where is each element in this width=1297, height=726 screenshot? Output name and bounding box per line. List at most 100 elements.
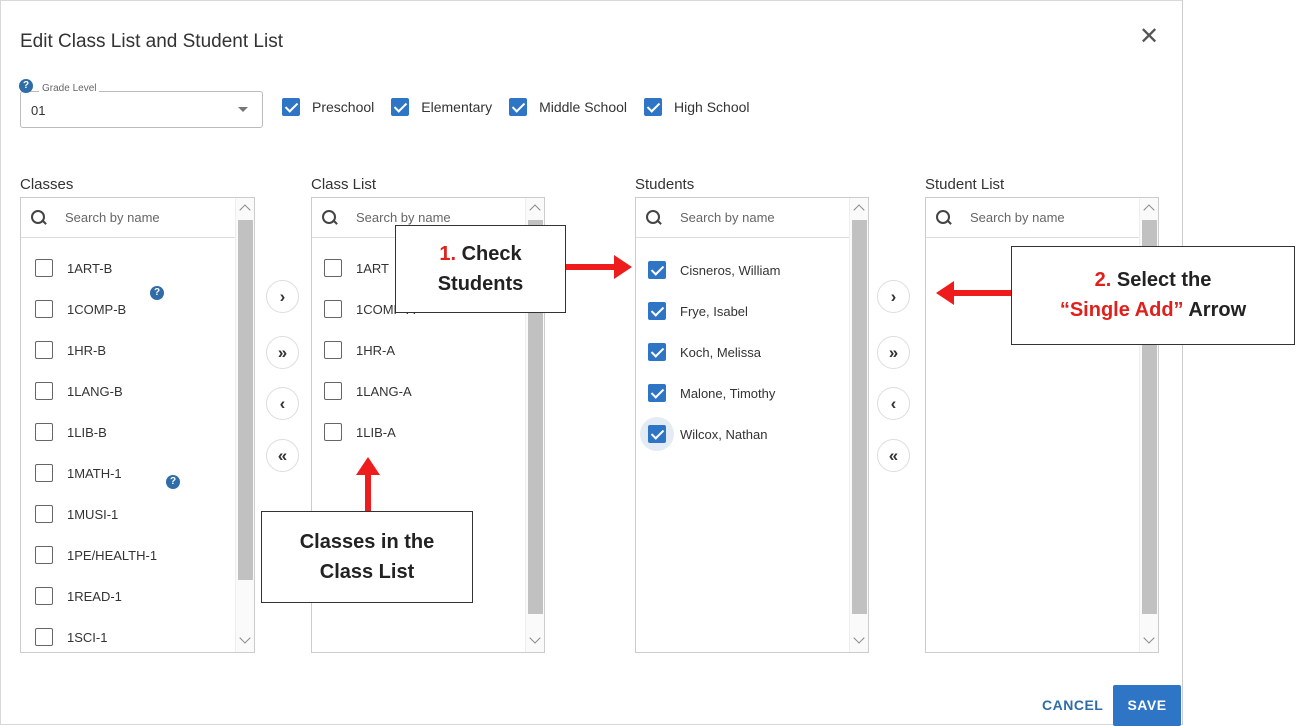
list-item[interactable]: 1SCI-1 — [35, 628, 107, 646]
list-item[interactable]: 1HR-A — [324, 341, 395, 359]
list-item[interactable]: Malone, Timothy — [648, 384, 775, 402]
search-input[interactable]: Search by name — [970, 210, 1065, 225]
checkbox[interactable] — [644, 98, 663, 116]
arrow-shaft — [953, 290, 1011, 296]
item-label: Koch, Melissa — [680, 344, 761, 360]
list-item[interactable]: 1LIB-A — [324, 423, 396, 441]
help-icon[interactable]: ? — [150, 286, 164, 300]
checkbox[interactable] — [35, 546, 53, 564]
scroll-down-icon[interactable] — [529, 632, 541, 644]
list-item[interactable]: 1LANG-A — [324, 382, 412, 400]
search-input[interactable]: Search by name — [680, 210, 775, 225]
scroll-up-icon[interactable] — [1143, 204, 1155, 216]
list-item[interactable]: 1PE/HEALTH-1 — [35, 546, 157, 564]
list-item[interactable]: 1LANG-B — [35, 382, 123, 400]
checkbox[interactable] — [324, 341, 342, 359]
list-item[interactable]: Wilcox, Nathan — [640, 417, 767, 451]
search-input[interactable]: Search by name — [356, 210, 451, 225]
checkbox[interactable] — [35, 423, 53, 441]
list-item[interactable]: 1LIB-B — [35, 423, 107, 441]
class-list-search[interactable]: Search by name — [322, 210, 451, 225]
cancel-button[interactable]: CANCEL — [1042, 697, 1103, 713]
item-label: 1MUSI-1 — [67, 506, 119, 522]
checkbox[interactable] — [648, 384, 666, 402]
checkbox[interactable] — [282, 98, 300, 116]
item-label: 1ART — [356, 260, 389, 276]
students-search[interactable]: Search by name — [646, 210, 775, 225]
list-item[interactable]: 1HR-B — [35, 341, 106, 359]
item-label: 1MATH-1 — [67, 465, 122, 481]
remove-one-button[interactable]: ‹ — [266, 387, 299, 420]
checkbox[interactable] — [648, 343, 666, 361]
callout-text: Students — [437, 273, 524, 295]
add-all-button[interactable]: » — [266, 336, 299, 369]
scroll-down-icon[interactable] — [853, 632, 865, 644]
classes-search[interactable]: Search by name — [31, 210, 160, 225]
checkbox[interactable] — [391, 98, 410, 116]
scroll-up-icon[interactable] — [529, 204, 541, 216]
list-item[interactable]: 1ART — [324, 259, 389, 277]
callout-text: Classes in the — [299, 531, 435, 553]
list-item[interactable]: 1COMP-B — [35, 300, 126, 318]
search-icon — [646, 210, 661, 225]
school-level-filters: Preschool Elementary Middle School High … — [282, 98, 767, 116]
list-item[interactable]: Koch, Melissa — [648, 343, 761, 361]
remove-all-button[interactable]: « — [877, 439, 910, 472]
checkbox[interactable] — [324, 382, 342, 400]
list-item[interactable]: Cisneros, William — [648, 261, 780, 279]
add-one-button[interactable]: › — [877, 280, 910, 313]
checkbox[interactable] — [648, 302, 666, 320]
divider — [636, 237, 850, 238]
scroll-thumb[interactable] — [238, 220, 253, 580]
scroll-up-icon[interactable] — [239, 204, 251, 216]
help-icon[interactable]: ? — [166, 475, 180, 489]
list-item[interactable]: 1MUSI-1 — [35, 505, 118, 523]
checkbox[interactable] — [35, 300, 53, 318]
close-icon[interactable]: ✕ — [1139, 25, 1159, 49]
list-item[interactable]: 1READ-1 — [35, 587, 122, 605]
checkbox[interactable] — [35, 505, 53, 523]
checkbox[interactable] — [35, 259, 53, 277]
checkbox[interactable] — [324, 423, 342, 441]
class-list-heading: Class List — [311, 176, 377, 193]
save-button[interactable]: SAVE — [1113, 685, 1181, 726]
item-label: Cisneros, William — [680, 262, 781, 278]
item-label: 1LIB-B — [67, 424, 107, 440]
list-item[interactable]: 1MATH-1 — [35, 464, 122, 482]
scroll-thumb[interactable] — [852, 220, 867, 614]
filter-middle-school[interactable]: Middle School — [509, 98, 627, 116]
callout-check-students: 1. Check Students — [395, 225, 566, 313]
scroll-up-icon[interactable] — [853, 204, 865, 216]
student-list-search[interactable]: Search by name — [936, 210, 1065, 225]
list-item[interactable]: 1ART-B — [35, 259, 112, 277]
checkbox[interactable] — [35, 382, 53, 400]
search-icon — [936, 210, 951, 225]
list-item[interactable]: Frye, Isabel — [648, 302, 748, 320]
scroll-down-icon[interactable] — [1143, 632, 1155, 644]
checkbox[interactable] — [35, 464, 53, 482]
checkbox[interactable] — [324, 300, 342, 318]
callout-number: 1. — [439, 243, 457, 265]
checkbox[interactable] — [35, 341, 53, 359]
grade-level-select[interactable]: ? Grade Level 01 — [19, 79, 263, 128]
checkbox[interactable] — [324, 259, 342, 277]
filter-preschool[interactable]: Preschool — [282, 98, 374, 116]
scrollbar[interactable] — [235, 198, 254, 652]
help-icon[interactable]: ? — [19, 79, 33, 93]
checkbox[interactable] — [648, 261, 666, 279]
scroll-down-icon[interactable] — [239, 632, 251, 644]
remove-one-button[interactable]: ‹ — [877, 387, 910, 420]
filter-elementary[interactable]: Elementary — [391, 98, 492, 116]
callout-class-list: Classes in the Class List — [261, 511, 473, 603]
callout-line: “Single Add” Arrow — [1012, 295, 1294, 325]
remove-all-button[interactable]: « — [266, 439, 299, 472]
scrollbar[interactable] — [849, 198, 868, 652]
filter-high-school[interactable]: High School — [644, 98, 750, 116]
checkbox[interactable] — [35, 628, 53, 646]
checkbox[interactable] — [648, 425, 666, 443]
add-one-button[interactable]: › — [266, 280, 299, 313]
checkbox[interactable] — [35, 587, 53, 605]
add-all-button[interactable]: » — [877, 336, 910, 369]
checkbox[interactable] — [509, 98, 528, 116]
search-input[interactable]: Search by name — [65, 210, 160, 225]
